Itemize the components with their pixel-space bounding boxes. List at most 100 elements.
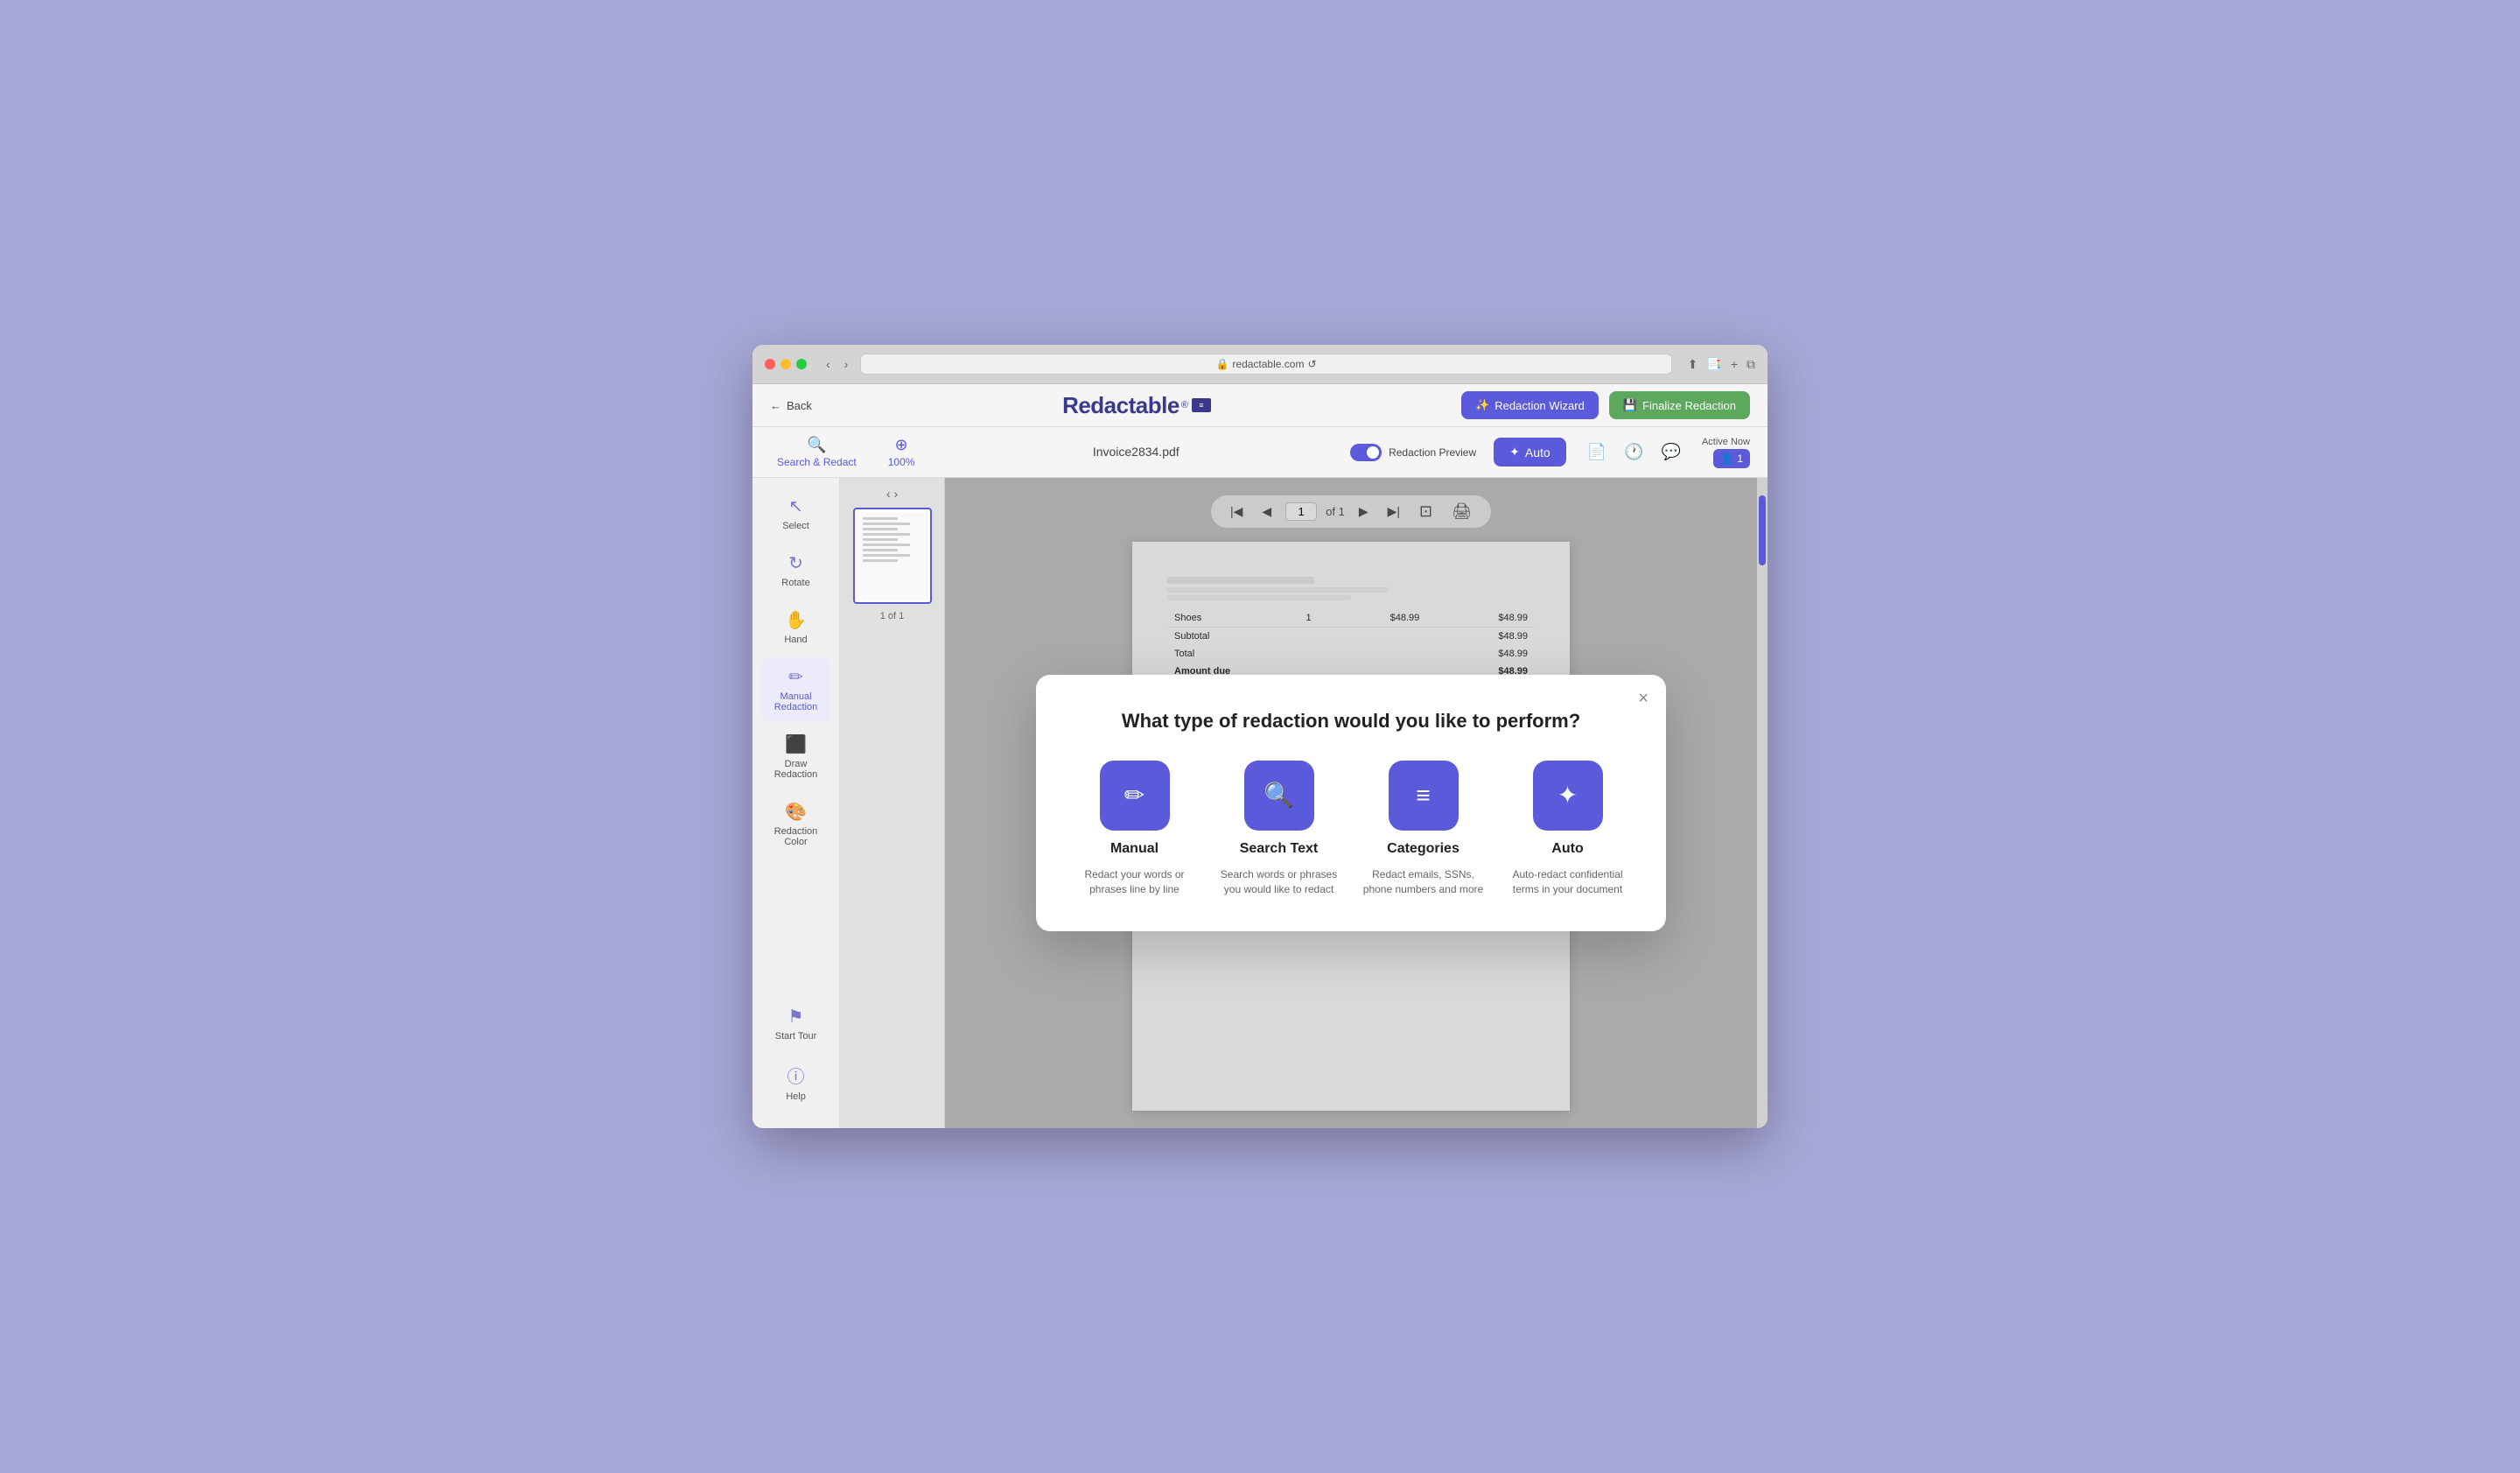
page-label: 1 of 1 [880, 611, 905, 621]
sidebar-toggle-btn[interactable]: ⧉ [1746, 357, 1755, 372]
manual-option-desc: Redact your words or phrases line by lin… [1071, 867, 1198, 897]
active-now-display: Active Now 👤 1 [1702, 437, 1750, 468]
sidebar-item-redaction-color[interactable]: 🎨 Redaction Color [761, 792, 831, 856]
app-content: ← Back Redactable ® ≡ ✨ Redaction Wizard… [752, 384, 1768, 1128]
address-bar[interactable]: 🔒 redactable.com ↺ [860, 354, 1671, 375]
modal-option-auto[interactable]: ✦ Auto Auto-redact confidential terms in… [1504, 761, 1631, 897]
comment-icon-btn[interactable]: 💬 [1658, 439, 1684, 465]
save-icon: 💾 [1623, 398, 1637, 412]
tour-icon: ⚑ [788, 1006, 804, 1028]
manual-option-icon-wrap: ✏ [1100, 761, 1170, 831]
sidebar-item-rotate[interactable]: ↻ Rotate [761, 544, 831, 597]
modal-close-button[interactable]: × [1638, 689, 1648, 709]
lock-icon: 🔒 [1215, 358, 1228, 370]
logo-text: Redactable [1062, 392, 1180, 419]
toolbar: 🔍 Search & Redact ⊕ 100% Invoice2834.pdf… [752, 427, 1768, 478]
categories-icon: ≡ [1416, 782, 1430, 810]
finalize-label: Finalize Redaction [1642, 399, 1736, 412]
draw-redaction-icon: ⬛ [785, 733, 807, 755]
traffic-lights [765, 359, 807, 369]
filename-display: Invoice2834.pdf [939, 445, 1333, 460]
sidebar-bottom: ⚑ Start Tour ⓘ Help [761, 997, 831, 1119]
wizard-label: Redaction Wizard [1494, 399, 1585, 412]
search-redact-label: Search & Redact [777, 456, 857, 468]
thumb-prev-btn[interactable]: ‹ [886, 487, 891, 501]
rotate-label: Rotate [781, 578, 809, 588]
avatar-icon: 👤 [1720, 452, 1733, 465]
history-icon-btn[interactable]: 🕐 [1620, 439, 1647, 465]
main-area: ↖ Select ↻ Rotate ✋ Hand ✏ Manual Redact… [752, 478, 1768, 1128]
bookmark-btn[interactable]: 📑 [1706, 357, 1721, 372]
sidebar-item-help[interactable]: ⓘ Help [761, 1054, 831, 1111]
redaction-type-modal: × What type of redaction would you like … [1036, 675, 1666, 932]
minimize-traffic-light[interactable] [780, 359, 791, 369]
logo-icon: ≡ [1192, 398, 1211, 412]
modal-option-categories[interactable]: ≡ Categories Redact emails, SSNs, phone … [1360, 761, 1487, 897]
thumbnail-nav: ‹ › [849, 487, 935, 501]
active-count: 1 [1737, 452, 1743, 465]
sidebar-item-select[interactable]: ↖ Select [761, 487, 831, 540]
toggle-switch[interactable] [1350, 444, 1382, 461]
select-icon: ↖ [788, 495, 803, 517]
share-btn[interactable]: ⬆ [1688, 357, 1698, 372]
close-icon: × [1638, 689, 1648, 708]
hand-icon: ✋ [785, 609, 807, 631]
redaction-wizard-button[interactable]: ✨ Redaction Wizard [1461, 391, 1599, 419]
redaction-preview-toggle[interactable]: Redaction Preview [1350, 444, 1476, 461]
right-scrollbar[interactable] [1757, 478, 1768, 1128]
back-button[interactable]: ← Back [770, 399, 812, 412]
search-icon: 🔍 [807, 436, 826, 454]
zoom-label: 100% [888, 456, 915, 468]
left-sidebar: ↖ Select ↻ Rotate ✋ Hand ✏ Manual Redact… [752, 478, 840, 1128]
thumb-next-btn[interactable]: › [894, 487, 899, 501]
close-traffic-light[interactable] [765, 359, 775, 369]
draw-redaction-label: Draw Redaction [768, 759, 824, 780]
categories-option-icon-wrap: ≡ [1389, 761, 1459, 831]
scrollbar-thumb [1759, 495, 1766, 565]
sidebar-item-start-tour[interactable]: ⚑ Start Tour [761, 997, 831, 1050]
modal-overlay: × What type of redaction would you like … [945, 478, 1757, 1128]
back-arrow-icon: ← [770, 399, 781, 412]
zoom-toolbar-item[interactable]: ⊕ 100% [881, 432, 922, 472]
page-thumbnail[interactable] [853, 508, 932, 604]
modal-option-search-text[interactable]: 🔍 Search Text Search words or phrases yo… [1215, 761, 1342, 897]
url-text: redactable.com [1232, 358, 1304, 370]
active-now-label: Active Now [1702, 437, 1750, 447]
help-icon: ⓘ [788, 1063, 805, 1088]
redaction-color-label: Redaction Color [768, 826, 824, 847]
select-label: Select [782, 521, 809, 531]
zoom-icon: ⊕ [895, 436, 908, 454]
auto-icon: ✦ [1558, 781, 1578, 810]
maximize-traffic-light[interactable] [796, 359, 807, 369]
auto-button[interactable]: ✦ Auto [1494, 438, 1566, 466]
page-label-text: 1 of 1 [880, 611, 905, 621]
pencil-icon: ✏ [1124, 781, 1144, 810]
document-icon-btn[interactable]: 📄 [1584, 439, 1610, 465]
auto-label: Auto [1525, 445, 1550, 459]
hand-label: Hand [784, 635, 807, 645]
back-nav-btn[interactable]: ‹ [822, 355, 834, 373]
thumbnail-doc-preview [858, 512, 928, 600]
forward-nav-btn[interactable]: › [841, 355, 852, 373]
modal-option-manual[interactable]: ✏ Manual Redact your words or phrases li… [1071, 761, 1198, 897]
content-area: ‹ › [840, 478, 1768, 1128]
rotate-icon: ↻ [788, 552, 803, 574]
logo-superscript: ® [1181, 400, 1188, 410]
redaction-preview-label: Redaction Preview [1389, 446, 1476, 459]
browser-actions: ⬆ 📑 + ⧉ [1688, 357, 1755, 372]
sidebar-item-hand[interactable]: ✋ Hand [761, 600, 831, 654]
search-redact-toolbar-item[interactable]: 🔍 Search & Redact [770, 432, 864, 472]
search-text-option-title: Search Text [1240, 841, 1319, 857]
help-label: Help [786, 1091, 806, 1102]
pdf-viewer: |◀ ◀ of 1 ▶ ▶| ⊡ 🖨 [945, 478, 1757, 1128]
browser-nav: ‹ › [822, 355, 851, 373]
categories-option-title: Categories [1387, 841, 1460, 857]
browser-window: ‹ › 🔒 redactable.com ↺ ⬆ 📑 + ⧉ ← Back Re… [752, 345, 1768, 1128]
sidebar-item-manual-redaction[interactable]: ✏ Manual Redaction [761, 657, 831, 721]
finalize-redaction-button[interactable]: 💾 Finalize Redaction [1609, 391, 1750, 419]
categories-option-desc: Redact emails, SSNs, phone numbers and m… [1360, 867, 1487, 897]
sidebar-item-draw-redaction[interactable]: ⬛ Draw Redaction [761, 725, 831, 789]
back-label: Back [787, 399, 812, 412]
search-text-option-icon-wrap: 🔍 [1244, 761, 1314, 831]
new-tab-btn[interactable]: + [1731, 357, 1738, 372]
